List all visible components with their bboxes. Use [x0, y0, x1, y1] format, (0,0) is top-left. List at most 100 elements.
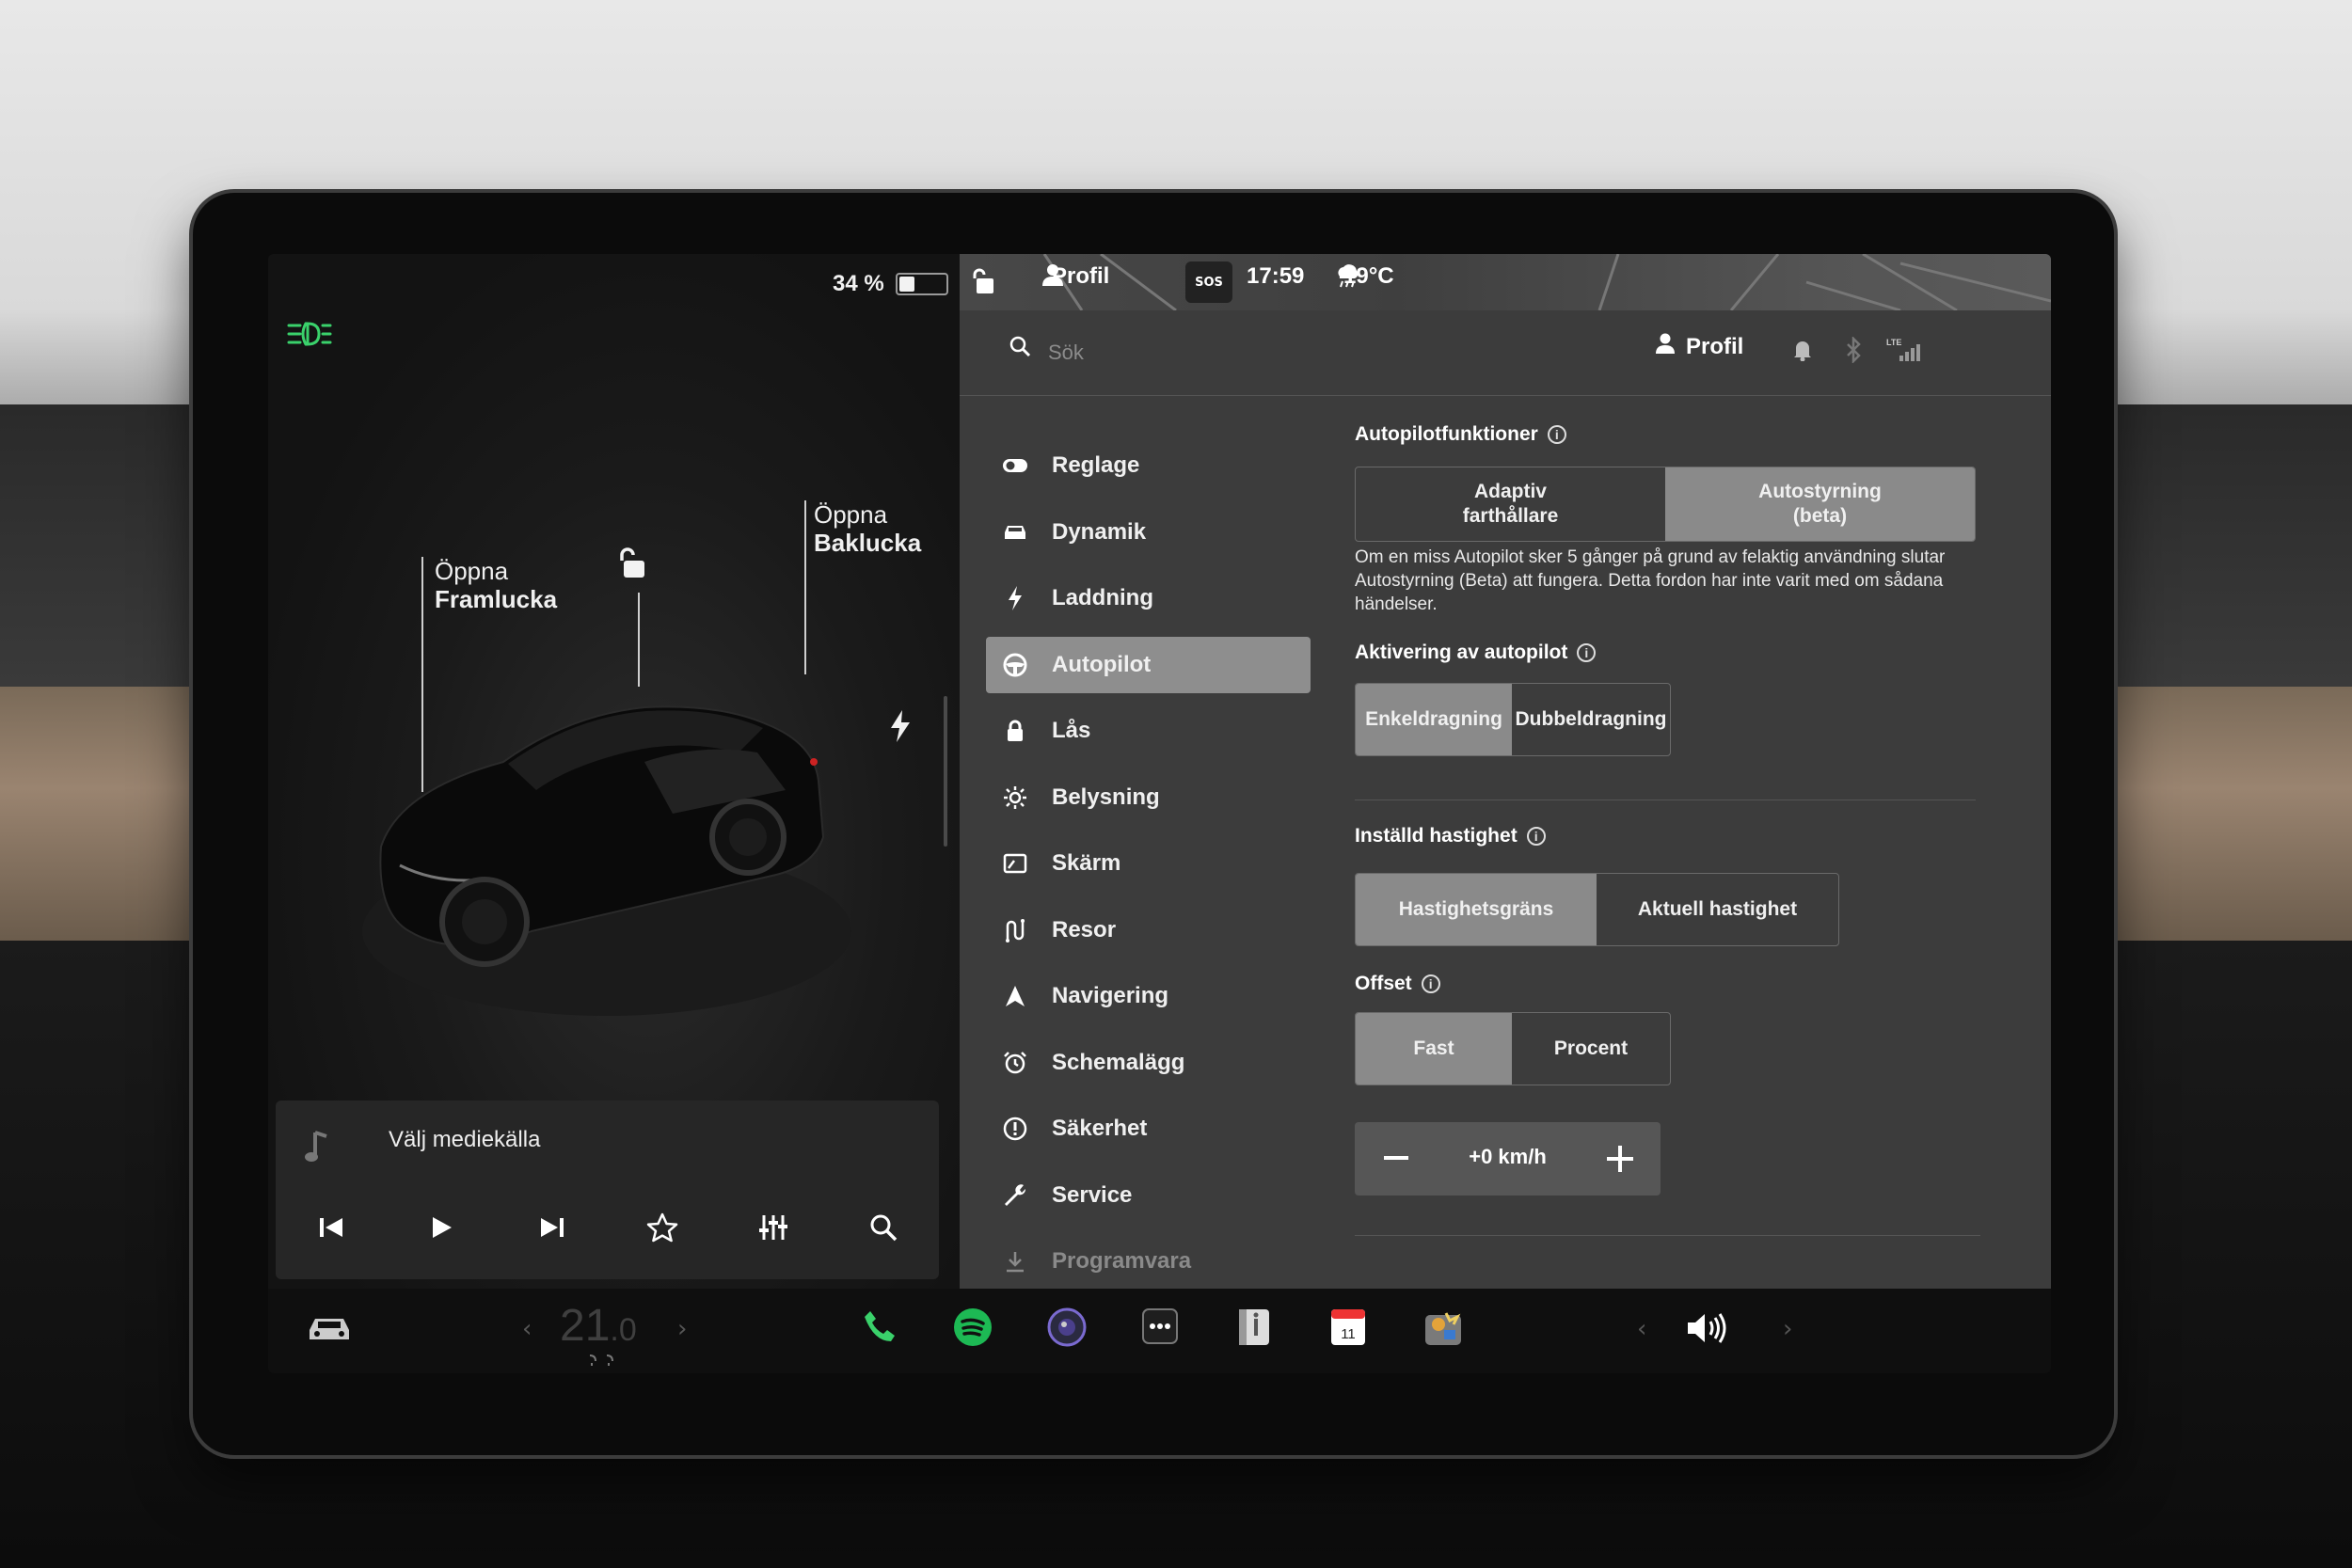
play-icon[interactable]: [413, 1204, 469, 1251]
open-trunk-label-line1: Öppna: [814, 500, 888, 529]
option-double-pull[interactable]: Dubbeldragning: [1512, 684, 1670, 755]
settings-header: Profil LTE: [960, 310, 2051, 396]
nav-label: Skärm: [1052, 850, 1121, 876]
profile-button[interactable]: Profil: [1656, 333, 1743, 360]
settings-search-input[interactable]: [1046, 333, 1332, 372]
next-track-icon[interactable]: [524, 1204, 580, 1251]
calendar-icon[interactable]: 11: [1329, 1307, 1367, 1347]
panel-scroll-indicator: [944, 696, 947, 847]
set-speed-title: Inställd hastighet: [1355, 825, 1518, 847]
profile-label: Profil: [1686, 333, 1744, 359]
touchscreen: 34 % Öppna Framlucka Öppna Baklucka Välj…: [268, 254, 2051, 1373]
unlock-icon[interactable]: [616, 546, 648, 583]
spotify-icon[interactable]: [953, 1307, 993, 1347]
cabin-temperature[interactable]: 21.0: [560, 1300, 637, 1352]
info-icon[interactable]: i: [1421, 974, 1440, 993]
temperature-up-chevron-icon[interactable]: ›: [677, 1315, 687, 1343]
camera-icon[interactable]: [1047, 1307, 1087, 1347]
status-profile[interactable]: Profil: [1042, 263, 1109, 290]
seat-heater-icon[interactable]: [586, 1353, 624, 1370]
media-player: Välj mediekälla: [276, 1101, 939, 1279]
offset-heading: Offset i: [1355, 973, 1440, 995]
open-trunk-button[interactable]: Öppna Baklucka: [814, 500, 921, 557]
open-frunk-button[interactable]: Öppna Framlucka: [435, 557, 557, 613]
battery-indicator: 34 %: [833, 271, 948, 297]
bottom-taskbar: ‹ 21.0 › 11 ‹ ›: [268, 1289, 2051, 1373]
nav-item-reglage[interactable]: Reglage: [986, 437, 1311, 494]
plus-icon: [1607, 1146, 1633, 1172]
volume-down-chevron-icon[interactable]: ‹: [1637, 1315, 1646, 1343]
car-icon[interactable]: [306, 1313, 353, 1345]
toggle-icon: [997, 458, 1033, 473]
media-controls: [276, 1204, 939, 1251]
section-divider: [1355, 1235, 1980, 1236]
favorite-star-icon[interactable]: [634, 1204, 691, 1251]
headlights-on-icon: [287, 320, 332, 352]
option-autosteer[interactable]: Autostyrning (beta): [1665, 467, 1975, 541]
autopilot-activation-title: Aktivering av autopilot: [1355, 641, 1568, 663]
notification-bell-icon[interactable]: [1792, 339, 1813, 365]
offset-title: Offset: [1355, 973, 1412, 994]
offset-value: +0 km/h: [1469, 1145, 1547, 1168]
battery-icon: [895, 273, 948, 295]
toybox-icon[interactable]: [1423, 1307, 1463, 1347]
volume-icon[interactable]: [1686, 1311, 1729, 1345]
nav-item-resor[interactable]: Resor: [986, 902, 1311, 958]
autosteer-strike-description: Om en miss Autopilot sker 5 gånger på gr…: [1355, 547, 1946, 614]
info-icon[interactable]: i: [1577, 643, 1597, 662]
nav-item-programvara[interactable]: Programvara: [986, 1233, 1311, 1290]
previous-track-icon[interactable]: [303, 1204, 359, 1251]
download-icon: [997, 1250, 1033, 1273]
nav-item-autopilot[interactable]: Autopilot: [986, 636, 1311, 693]
nav-label: Programvara: [1052, 1248, 1192, 1274]
nav-item-service[interactable]: Service: [986, 1167, 1311, 1224]
bolt-icon: [997, 586, 1033, 610]
option-current-speed[interactable]: Aktuell hastighet: [1597, 874, 1838, 945]
autopilot-features-heading: Autopilotfunktioner i: [1355, 423, 1566, 446]
option-adaptive-cruise[interactable]: Adaptiv farthållare: [1356, 467, 1665, 541]
option-speed-limit[interactable]: Hastighetsgräns: [1356, 874, 1597, 945]
decrease-offset-button[interactable]: [1368, 1135, 1424, 1182]
nav-item-skarm[interactable]: Skärm: [986, 835, 1311, 892]
option-percent[interactable]: Procent: [1512, 1013, 1670, 1085]
volume-up-chevron-icon[interactable]: ›: [1783, 1315, 1792, 1343]
nav-item-navigering[interactable]: Navigering: [986, 968, 1311, 1024]
charge-port-icon[interactable]: [889, 710, 912, 746]
set-speed-selector: Hastighetsgräns Aktuell hastighet: [1355, 873, 1839, 946]
nav-item-dynamik[interactable]: Dynamik: [986, 504, 1311, 561]
choose-media-source[interactable]: Välj mediekälla: [389, 1127, 540, 1153]
option-fixed[interactable]: Fast: [1356, 1013, 1512, 1085]
media-search-icon[interactable]: [855, 1204, 912, 1251]
option-single-pull[interactable]: Enkeldragning: [1356, 684, 1512, 755]
display-icon: [997, 853, 1033, 874]
nav-label: Dynamik: [1052, 518, 1147, 545]
temperature-decimal: .0: [610, 1312, 637, 1348]
info-icon[interactable]: i: [1547, 425, 1566, 444]
safety-icon: [997, 1117, 1033, 1141]
lock-icon: [997, 720, 1033, 742]
more-icon[interactable]: [1141, 1307, 1179, 1345]
autopilot-features-selector: Adaptiv farthållare Autostyrning (beta): [1355, 467, 1976, 542]
nav-item-schemalagg[interactable]: Schemalägg: [986, 1035, 1311, 1091]
nav-label: Service: [1052, 1181, 1133, 1208]
temperature-down-chevron-icon[interactable]: ‹: [522, 1315, 532, 1343]
manual-icon[interactable]: [1235, 1307, 1273, 1347]
phone-icon[interactable]: [861, 1307, 898, 1345]
nav-label: Laddning: [1052, 585, 1153, 610]
clock: 17:59: [1247, 263, 1304, 290]
nav-label: Resor: [1052, 916, 1117, 942]
offset-stepper: +0 km/h: [1355, 1122, 1661, 1196]
nav-item-laddning[interactable]: Laddning: [986, 570, 1311, 626]
equalizer-icon[interactable]: [745, 1204, 802, 1251]
nav-item-las[interactable]: Lås: [986, 703, 1311, 759]
autopilot-activation-selector: Enkeldragning Dubbeldragning: [1355, 683, 1671, 756]
nav-item-sakerhet[interactable]: Säkerhet: [986, 1101, 1311, 1157]
increase-offset-button[interactable]: [1592, 1135, 1648, 1182]
autopilot-activation-heading: Aktivering av autopilot i: [1355, 641, 1597, 664]
bluetooth-icon[interactable]: [1844, 335, 1863, 367]
sos-button[interactable]: SOS: [1185, 261, 1232, 303]
info-icon[interactable]: i: [1526, 827, 1546, 846]
nav-item-belysning[interactable]: Belysning: [986, 769, 1311, 826]
nav-label: Säkerhet: [1052, 1116, 1148, 1141]
trips-icon: [997, 918, 1033, 942]
